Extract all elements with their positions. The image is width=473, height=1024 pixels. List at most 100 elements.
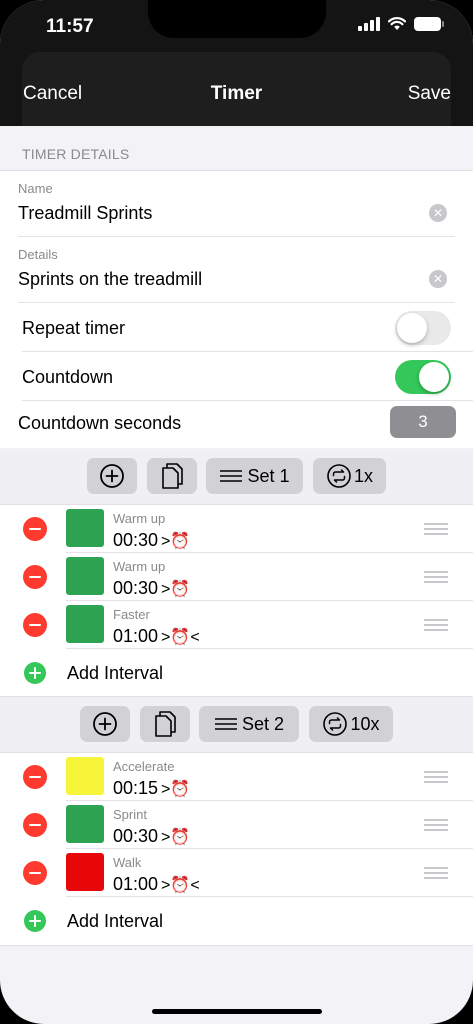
interval-duration: 00:15 <box>113 778 159 798</box>
lines-icon <box>220 470 243 482</box>
interval-color-swatch[interactable] <box>66 605 104 643</box>
list-item[interactable]: Warm up 00:30 >⏰ <box>0 553 473 601</box>
repeat-icon <box>327 464 351 488</box>
interval-duration-row: 00:30 >⏰ <box>113 826 190 847</box>
set-name: Set 2 <box>241 713 285 734</box>
status-icons <box>358 17 444 31</box>
interval-color-swatch[interactable] <box>66 757 104 795</box>
countdown-seconds-row: Countdown seconds 3 <box>18 398 473 448</box>
set-name-button[interactable]: Set 1 <box>206 458 303 494</box>
repeat-timer-toggle[interactable] <box>395 311 451 345</box>
interval-color-swatch[interactable] <box>66 557 104 595</box>
alarm-clock-icon: >⏰ <box>161 780 191 798</box>
add-interval-row[interactable]: Add Interval <box>0 649 473 697</box>
battery-icon <box>414 17 444 31</box>
reorder-handle-icon[interactable] <box>424 867 448 879</box>
set-repeat-count: 1x <box>353 465 373 486</box>
reorder-handle-icon[interactable] <box>424 619 448 631</box>
add-interval-label[interactable]: Add Interval <box>67 911 163 932</box>
details-field[interactable]: Details Sprints on the treadmill ✕ <box>18 237 455 303</box>
page-title: Timer <box>210 83 263 104</box>
delete-interval-button[interactable] <box>23 861 47 885</box>
plus-circle-icon <box>93 712 117 736</box>
section-header-timer-details: TIMER DETAILS <box>22 146 130 162</box>
set-2-intervals: Accelerate 00:15 >⏰ Sprint 00:30 >⏰ Walk 0… <box>0 752 473 946</box>
countdown-label: Countdown <box>22 367 114 387</box>
delete-interval-button[interactable] <box>23 565 47 589</box>
interval-name: Sprint <box>113 807 147 822</box>
details-input[interactable]: Sprints on the treadmill <box>18 269 202 290</box>
delete-interval-button[interactable] <box>23 517 47 541</box>
delete-interval-button[interactable] <box>23 613 47 637</box>
interval-color-swatch[interactable] <box>66 853 104 891</box>
list-item[interactable]: Warm up 00:30 >⏰ <box>0 505 473 553</box>
interval-name: Warm up <box>113 559 166 574</box>
add-set-button[interactable] <box>87 458 137 494</box>
interval-name: Warm up <box>113 511 166 526</box>
delete-interval-button[interactable] <box>23 765 47 789</box>
name-input[interactable]: Treadmill Sprints <box>18 203 152 224</box>
duplicate-set-button[interactable] <box>140 706 190 742</box>
countdown-seconds-label: Countdown seconds <box>18 413 182 433</box>
add-interval-icon[interactable] <box>24 910 46 932</box>
add-interval-row[interactable]: Add Interval <box>0 897 473 945</box>
interval-color-swatch[interactable] <box>66 509 104 547</box>
interval-duration: 01:00 <box>113 874 159 894</box>
name-field[interactable]: Name Treadmill Sprints ✕ <box>18 171 455 237</box>
reorder-handle-icon[interactable] <box>424 523 448 535</box>
status-time: 11:57 <box>46 16 94 37</box>
alarm-clock-icon: >⏰< <box>161 876 200 894</box>
list-item[interactable]: Sprint 00:30 >⏰ <box>0 801 473 849</box>
set-1-toolbar: Set 1 1x <box>0 449 473 504</box>
alarm-clock-icon: >⏰ <box>161 532 191 550</box>
set-2-toolbar: Set 2 10x <box>0 697 473 752</box>
add-interval-icon[interactable] <box>24 662 46 684</box>
add-set-button[interactable] <box>80 706 130 742</box>
repeat-timer-label: Repeat timer <box>22 318 126 338</box>
save-button[interactable]: Save <box>408 83 451 105</box>
add-interval-label[interactable]: Add Interval <box>67 663 163 684</box>
navigation-header: 11:57 Cancel Timer Save <box>0 0 473 126</box>
interval-duration: 00:30 <box>113 578 159 598</box>
clear-name-icon[interactable]: ✕ <box>429 204 447 222</box>
list-item[interactable]: Faster 01:00 >⏰< <box>0 601 473 649</box>
interval-duration-row: 00:15 >⏰ <box>113 778 190 799</box>
list-item[interactable]: Accelerate 00:15 >⏰ <box>0 753 473 801</box>
notch <box>148 0 326 38</box>
reorder-handle-icon[interactable] <box>424 771 448 783</box>
interval-name: Accelerate <box>113 759 175 774</box>
plus-circle-icon <box>100 464 124 488</box>
copy-documents-icon <box>162 463 183 489</box>
set-repeat-button[interactable]: 10x <box>309 706 393 742</box>
countdown-toggle[interactable] <box>395 360 451 394</box>
set-repeat-button[interactable]: 1x <box>313 458 386 494</box>
list-item[interactable]: Walk 01:00 >⏰< <box>0 849 473 897</box>
countdown-seconds-input[interactable]: 3 <box>390 406 456 438</box>
lines-icon <box>214 718 237 730</box>
interval-duration: 00:30 <box>113 530 159 550</box>
copy-documents-icon <box>155 711 176 737</box>
duplicate-set-button[interactable] <box>147 458 197 494</box>
alarm-clock-icon: >⏰ <box>161 828 191 846</box>
set-name-button[interactable]: Set 2 <box>199 706 299 742</box>
countdown-row: Countdown <box>22 352 473 401</box>
set-1-intervals: Warm up 00:30 >⏰ Warm up 00:30 >⏰ Faster 0… <box>0 504 473 697</box>
wifi-icon <box>388 17 406 30</box>
reorder-handle-icon[interactable] <box>424 819 448 831</box>
set-repeat-count: 10x <box>350 713 380 734</box>
cellular-signal-icon <box>358 17 380 31</box>
clear-details-icon[interactable]: ✕ <box>429 270 447 288</box>
interval-name: Faster <box>113 607 150 622</box>
delete-interval-button[interactable] <box>23 813 47 837</box>
repeat-icon <box>323 712 348 736</box>
details-label: Details <box>18 247 58 262</box>
alarm-clock-icon: >⏰< <box>161 628 200 646</box>
interval-duration: 00:30 <box>113 826 159 846</box>
interval-duration: 01:00 <box>113 626 159 646</box>
name-label: Name <box>18 181 53 196</box>
phone-screen: 11:57 Cancel Timer Save TIMER DETAILS Na… <box>0 0 473 1024</box>
repeat-timer-row: Repeat timer <box>22 303 473 352</box>
interval-color-swatch[interactable] <box>66 805 104 843</box>
reorder-handle-icon[interactable] <box>424 571 448 583</box>
interval-duration-row: 01:00 >⏰< <box>113 874 200 895</box>
